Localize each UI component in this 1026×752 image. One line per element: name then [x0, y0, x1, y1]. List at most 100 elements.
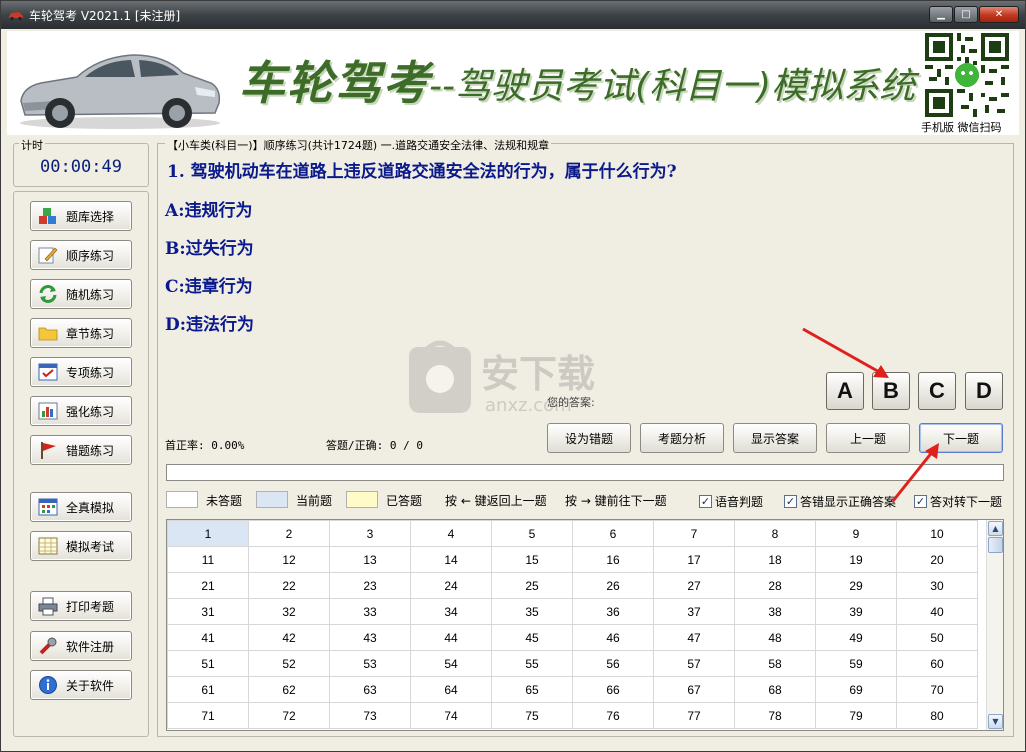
nav-button-random[interactable]: 随机练习: [30, 279, 132, 309]
option-d[interactable]: D:违法行为: [165, 310, 254, 335]
option-b[interactable]: B:过失行为: [165, 234, 254, 259]
close-button[interactable]: ✕: [979, 6, 1019, 23]
question-number-cell[interactable]: 56: [572, 650, 654, 677]
question-number-cell[interactable]: 32: [248, 598, 330, 625]
nav-button-special[interactable]: 专项练习: [30, 357, 132, 387]
checkbox-check-icon[interactable]: ✓: [784, 495, 797, 508]
voice-judge-checkbox[interactable]: ✓ 语音判题: [699, 493, 763, 510]
question-number-cell[interactable]: 64: [410, 676, 492, 703]
question-number-cell[interactable]: 9: [815, 520, 897, 547]
question-analysis-button[interactable]: 考题分析: [640, 423, 724, 453]
question-number-cell[interactable]: 52: [248, 650, 330, 677]
question-number-cell[interactable]: 76: [572, 702, 654, 729]
question-number-cell[interactable]: 3: [329, 520, 411, 547]
question-number-cell[interactable]: 39: [815, 598, 897, 625]
question-number-cell[interactable]: 69: [815, 676, 897, 703]
question-number-cell[interactable]: 42: [248, 624, 330, 651]
question-number-cell[interactable]: 40: [896, 598, 978, 625]
question-number-cell[interactable]: 16: [572, 546, 654, 573]
question-number-cell[interactable]: 17: [653, 546, 735, 573]
answer-c-button[interactable]: C: [918, 372, 956, 410]
question-number-cell[interactable]: 66: [572, 676, 654, 703]
title-bar[interactable]: 车轮驾考 V2021.1 [未注册] ▁ □ ✕: [1, 1, 1025, 29]
question-number-cell[interactable]: 50: [896, 624, 978, 651]
question-number-cell[interactable]: 71: [167, 702, 249, 729]
answer-b-button[interactable]: B: [872, 372, 910, 410]
question-number-cell[interactable]: 22: [248, 572, 330, 599]
question-number-cell[interactable]: 55: [491, 650, 573, 677]
nav-button-bank-select[interactable]: 题库选择: [30, 201, 132, 231]
question-number-cell[interactable]: 2: [248, 520, 330, 547]
scroll-up-icon[interactable]: ▲: [988, 521, 1003, 536]
question-number-cell[interactable]: 54: [410, 650, 492, 677]
question-number-cell[interactable]: 80: [896, 702, 978, 729]
question-number-cell[interactable]: 43: [329, 624, 411, 651]
question-number-cell[interactable]: 7: [653, 520, 735, 547]
previous-question-button[interactable]: 上一题: [826, 423, 910, 453]
question-number-cell[interactable]: 11: [167, 546, 249, 573]
next-question-button[interactable]: 下一题: [919, 423, 1003, 453]
question-number-cell[interactable]: 24: [410, 572, 492, 599]
question-number-cell[interactable]: 25: [491, 572, 573, 599]
question-number-cell[interactable]: 10: [896, 520, 978, 547]
question-number-cell[interactable]: 51: [167, 650, 249, 677]
question-number-cell[interactable]: 46: [572, 624, 654, 651]
nav-button-sequential[interactable]: 顺序练习: [30, 240, 132, 270]
question-number-cell[interactable]: 44: [410, 624, 492, 651]
question-number-cell[interactable]: 36: [572, 598, 654, 625]
question-number-cell[interactable]: 5: [491, 520, 573, 547]
question-number-cell[interactable]: 38: [734, 598, 816, 625]
option-c[interactable]: C:违章行为: [165, 272, 253, 297]
question-number-cell[interactable]: 6: [572, 520, 654, 547]
question-number-cell[interactable]: 14: [410, 546, 492, 573]
question-number-cell[interactable]: 53: [329, 650, 411, 677]
question-number-cell[interactable]: 28: [734, 572, 816, 599]
question-number-cell[interactable]: 12: [248, 546, 330, 573]
show-answer-button[interactable]: 显示答案: [733, 423, 817, 453]
question-number-cell[interactable]: 18: [734, 546, 816, 573]
option-a[interactable]: A:违规行为: [165, 196, 252, 221]
grid-scrollbar[interactable]: ▲ ▼: [986, 520, 1003, 730]
question-number-cell[interactable]: 60: [896, 650, 978, 677]
question-number-cell[interactable]: 27: [653, 572, 735, 599]
question-number-cell[interactable]: 74: [410, 702, 492, 729]
question-number-cell[interactable]: 37: [653, 598, 735, 625]
question-number-cell[interactable]: 23: [329, 572, 411, 599]
nav-button-register[interactable]: 软件注册: [30, 631, 132, 661]
question-number-cell[interactable]: 47: [653, 624, 735, 651]
question-number-cell[interactable]: 77: [653, 702, 735, 729]
scroll-down-icon[interactable]: ▼: [988, 714, 1003, 729]
question-number-cell[interactable]: 65: [491, 676, 573, 703]
question-number-cell[interactable]: 78: [734, 702, 816, 729]
question-number-cell[interactable]: 4: [410, 520, 492, 547]
question-number-cell[interactable]: 41: [167, 624, 249, 651]
answer-a-button[interactable]: A: [826, 372, 864, 410]
question-number-cell[interactable]: 29: [815, 572, 897, 599]
checkbox-check-icon[interactable]: ✓: [699, 495, 712, 508]
auto-next-checkbox[interactable]: ✓ 答对转下一题: [914, 493, 1002, 510]
question-number-cell[interactable]: 49: [815, 624, 897, 651]
nav-button-print[interactable]: 打印考题: [30, 591, 132, 621]
question-number-cell[interactable]: 30: [896, 572, 978, 599]
show-correct-on-wrong-checkbox[interactable]: ✓ 答错显示正确答案: [784, 493, 896, 510]
question-number-cell[interactable]: 68: [734, 676, 816, 703]
question-number-cell[interactable]: 62: [248, 676, 330, 703]
question-number-cell[interactable]: 26: [572, 572, 654, 599]
question-number-cell[interactable]: 79: [815, 702, 897, 729]
maximize-button[interactable]: □: [954, 6, 978, 23]
question-number-cell[interactable]: 13: [329, 546, 411, 573]
question-number-cell[interactable]: 67: [653, 676, 735, 703]
question-number-cell[interactable]: 21: [167, 572, 249, 599]
checkbox-check-icon[interactable]: ✓: [914, 495, 927, 508]
question-number-cell[interactable]: 15: [491, 546, 573, 573]
question-number-cell[interactable]: 19: [815, 546, 897, 573]
question-number-cell[interactable]: 33: [329, 598, 411, 625]
question-number-cell[interactable]: 61: [167, 676, 249, 703]
nav-button-intensive[interactable]: 强化练习: [30, 396, 132, 426]
question-number-cell[interactable]: 59: [815, 650, 897, 677]
mark-wrong-button[interactable]: 设为错题: [547, 423, 631, 453]
question-number-cell[interactable]: 63: [329, 676, 411, 703]
nav-button-about[interactable]: 关于软件: [30, 670, 132, 700]
answer-d-button[interactable]: D: [965, 372, 1003, 410]
question-number-cell[interactable]: 70: [896, 676, 978, 703]
